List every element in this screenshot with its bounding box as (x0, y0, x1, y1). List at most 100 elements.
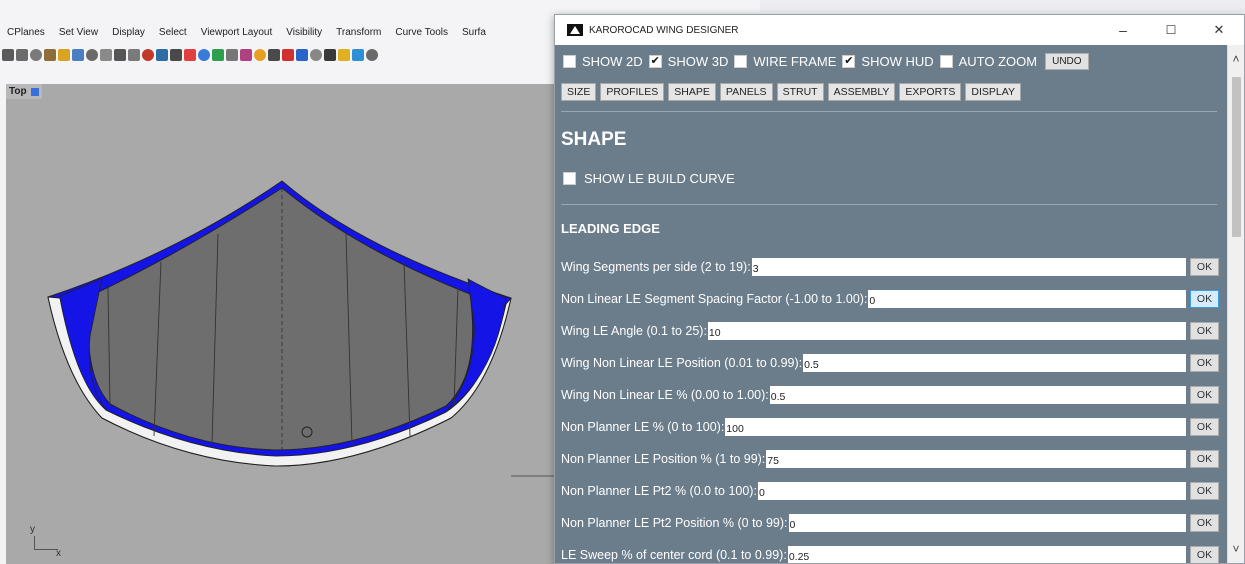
menu-select[interactable]: Select (152, 24, 194, 42)
rhino-menubar: CPlanes Set View Display Select Viewport… (0, 24, 560, 42)
toolbar-tool-icon[interactable] (128, 49, 140, 61)
wire-frame-checkbox[interactable] (734, 54, 748, 68)
le-spacing-factor-input[interactable] (868, 290, 1186, 308)
scrollbar-thumb[interactable] (1232, 77, 1241, 237)
toolbar-tool-icon[interactable] (16, 49, 28, 61)
close-button[interactable]: ✕ (1199, 15, 1239, 45)
toolbar-tool-icon[interactable] (100, 49, 112, 61)
ok-button[interactable]: OK (1190, 354, 1219, 372)
nonplanner-le-pt2-position-input[interactable] (788, 514, 1186, 532)
tab-exports[interactable]: EXPORTS (899, 83, 962, 101)
toolbar-tool-icon[interactable] (72, 49, 84, 61)
toolbar-tool-icon[interactable] (212, 49, 224, 61)
section-tabs: SIZE PROFILES SHAPE PANELS STRUT ASSEMBL… (561, 83, 1021, 101)
subsection-title: LEADING EDGE (561, 221, 660, 236)
ok-button[interactable]: OK (1190, 386, 1219, 404)
tab-assembly[interactable]: ASSEMBLY (827, 83, 896, 101)
param-row: Non Planner LE Pt2 % (0.0 to 100): OK (561, 481, 1219, 501)
toolbar-tool-icon[interactable] (184, 49, 196, 61)
ok-button[interactable]: OK (1190, 258, 1219, 276)
ok-button[interactable]: OK (1190, 322, 1219, 340)
toolbar-tool-icon[interactable] (86, 49, 98, 61)
param-row: Wing LE Angle (0.1 to 25): OK (561, 321, 1219, 341)
toolbar-tool-icon[interactable] (268, 49, 280, 61)
param-label: Non Planner LE % (0 to 100): (561, 420, 725, 434)
show-2d-checkbox[interactable] (563, 54, 576, 68)
param-label: Wing Segments per side (2 to 19): (561, 260, 751, 274)
ok-button[interactable]: OK (1190, 546, 1219, 563)
window-titlebar[interactable]: KAROROCAD WING DESIGNER – ☐ ✕ (555, 15, 1244, 45)
tab-display[interactable]: DISPLAY (965, 83, 1021, 101)
view-options-row: SHOW 2D ✔ SHOW 3D WIRE FRAME ✔ SHOW HUD … (563, 51, 1089, 71)
param-label: Wing LE Angle (0.1 to 25): (561, 324, 707, 338)
tab-profiles[interactable]: PROFILES (600, 83, 665, 101)
toolbar-tool-icon[interactable] (310, 49, 322, 61)
minimize-button[interactable]: – (1103, 15, 1143, 45)
nonplanner-le-position-input[interactable] (766, 450, 1186, 468)
param-row: Wing Non Linear LE Position (0.01 to 0.9… (561, 353, 1219, 373)
toolbar-tool-icon[interactable] (352, 49, 364, 61)
menu-curve-tools[interactable]: Curve Tools (388, 24, 455, 42)
menu-set-view[interactable]: Set View (52, 24, 105, 42)
ok-button[interactable]: OK (1190, 290, 1219, 308)
toolbar-tool-icon[interactable] (338, 49, 350, 61)
menu-viewport-layout[interactable]: Viewport Layout (194, 24, 280, 42)
undo-button[interactable]: UNDO (1045, 52, 1089, 70)
scroll-down-icon[interactable]: ˅ (1228, 541, 1244, 557)
wire-frame-label: WIRE FRAME (753, 53, 837, 69)
rhino-toolbar (2, 42, 558, 68)
toolbar-tool-icon[interactable] (44, 49, 56, 61)
show-hud-checkbox[interactable]: ✔ (842, 54, 856, 68)
wing-designer-window: KAROROCAD WING DESIGNER – ☐ ✕ SHOW 2D ✔ … (554, 14, 1245, 564)
ok-button[interactable]: OK (1190, 450, 1219, 468)
toolbar-tool-icon[interactable] (58, 49, 70, 61)
maximize-button[interactable]: ☐ (1151, 15, 1191, 45)
toolbar-tool-icon[interactable] (254, 49, 266, 61)
ok-button[interactable]: OK (1190, 514, 1219, 532)
toolbar-tool-icon[interactable] (142, 49, 154, 61)
toolbar-tool-icon[interactable] (2, 49, 14, 61)
toolbar-tool-icon[interactable] (324, 49, 336, 61)
tab-strut[interactable]: STRUT (776, 83, 824, 101)
param-label: Non Planner LE Pt2 Position % (0 to 99): (561, 516, 788, 530)
toolbar-tool-icon[interactable] (198, 49, 210, 61)
show-3d-label: SHOW 3D (667, 53, 729, 69)
toolbar-tool-icon[interactable] (296, 49, 308, 61)
toolbar-tool-icon[interactable] (30, 49, 42, 61)
menu-surface[interactable]: Surfa (455, 24, 493, 42)
menu-display[interactable]: Display (105, 24, 152, 42)
show-3d-checkbox[interactable]: ✔ (648, 54, 662, 68)
toolbar-tool-icon[interactable] (170, 49, 182, 61)
toolbar-tool-icon[interactable] (226, 49, 238, 61)
ok-button[interactable]: OK (1190, 418, 1219, 436)
ok-button[interactable]: OK (1190, 482, 1219, 500)
vertical-scrollbar[interactable]: ˄ ˅ (1227, 45, 1244, 563)
param-label: Wing Non Linear LE % (0.00 to 1.00): (561, 388, 769, 402)
nonlinear-le-percent-input[interactable] (769, 386, 1186, 404)
tab-panels[interactable]: PANELS (719, 83, 773, 101)
show-le-build-curve-checkbox[interactable] (563, 172, 576, 185)
wing-le-angle-input[interactable] (707, 322, 1186, 340)
nonlinear-le-position-input[interactable] (803, 354, 1186, 372)
tab-size[interactable]: SIZE (561, 83, 597, 101)
nonplanner-le-percent-input[interactable] (725, 418, 1186, 436)
toolbar-tool-icon[interactable] (114, 49, 126, 61)
le-sweep-input[interactable] (787, 546, 1186, 563)
axis-indicator (34, 536, 58, 550)
top-viewport[interactable]: Top y x (6, 84, 554, 564)
auto-zoom-checkbox[interactable] (939, 54, 953, 68)
toolbar-tool-icon[interactable] (282, 49, 294, 61)
menu-visibility[interactable]: Visibility (279, 24, 329, 42)
wing-segments-input[interactable] (751, 258, 1186, 276)
param-label: Wing Non Linear LE Position (0.01 to 0.9… (561, 356, 803, 370)
toolbar-tool-icon[interactable] (156, 49, 168, 61)
divider (561, 204, 1217, 205)
toolbar-tool-icon[interactable] (366, 49, 378, 61)
toolbar-tool-icon[interactable] (240, 49, 252, 61)
scroll-up-icon[interactable]: ˄ (1228, 51, 1244, 67)
menu-transform[interactable]: Transform (329, 24, 388, 42)
tab-shape[interactable]: SHAPE (668, 83, 716, 101)
nonplanner-le-pt2-input[interactable] (757, 482, 1186, 500)
menu-cplanes[interactable]: CPlanes (0, 24, 52, 42)
param-row: Wing Segments per side (2 to 19): OK (561, 257, 1219, 277)
